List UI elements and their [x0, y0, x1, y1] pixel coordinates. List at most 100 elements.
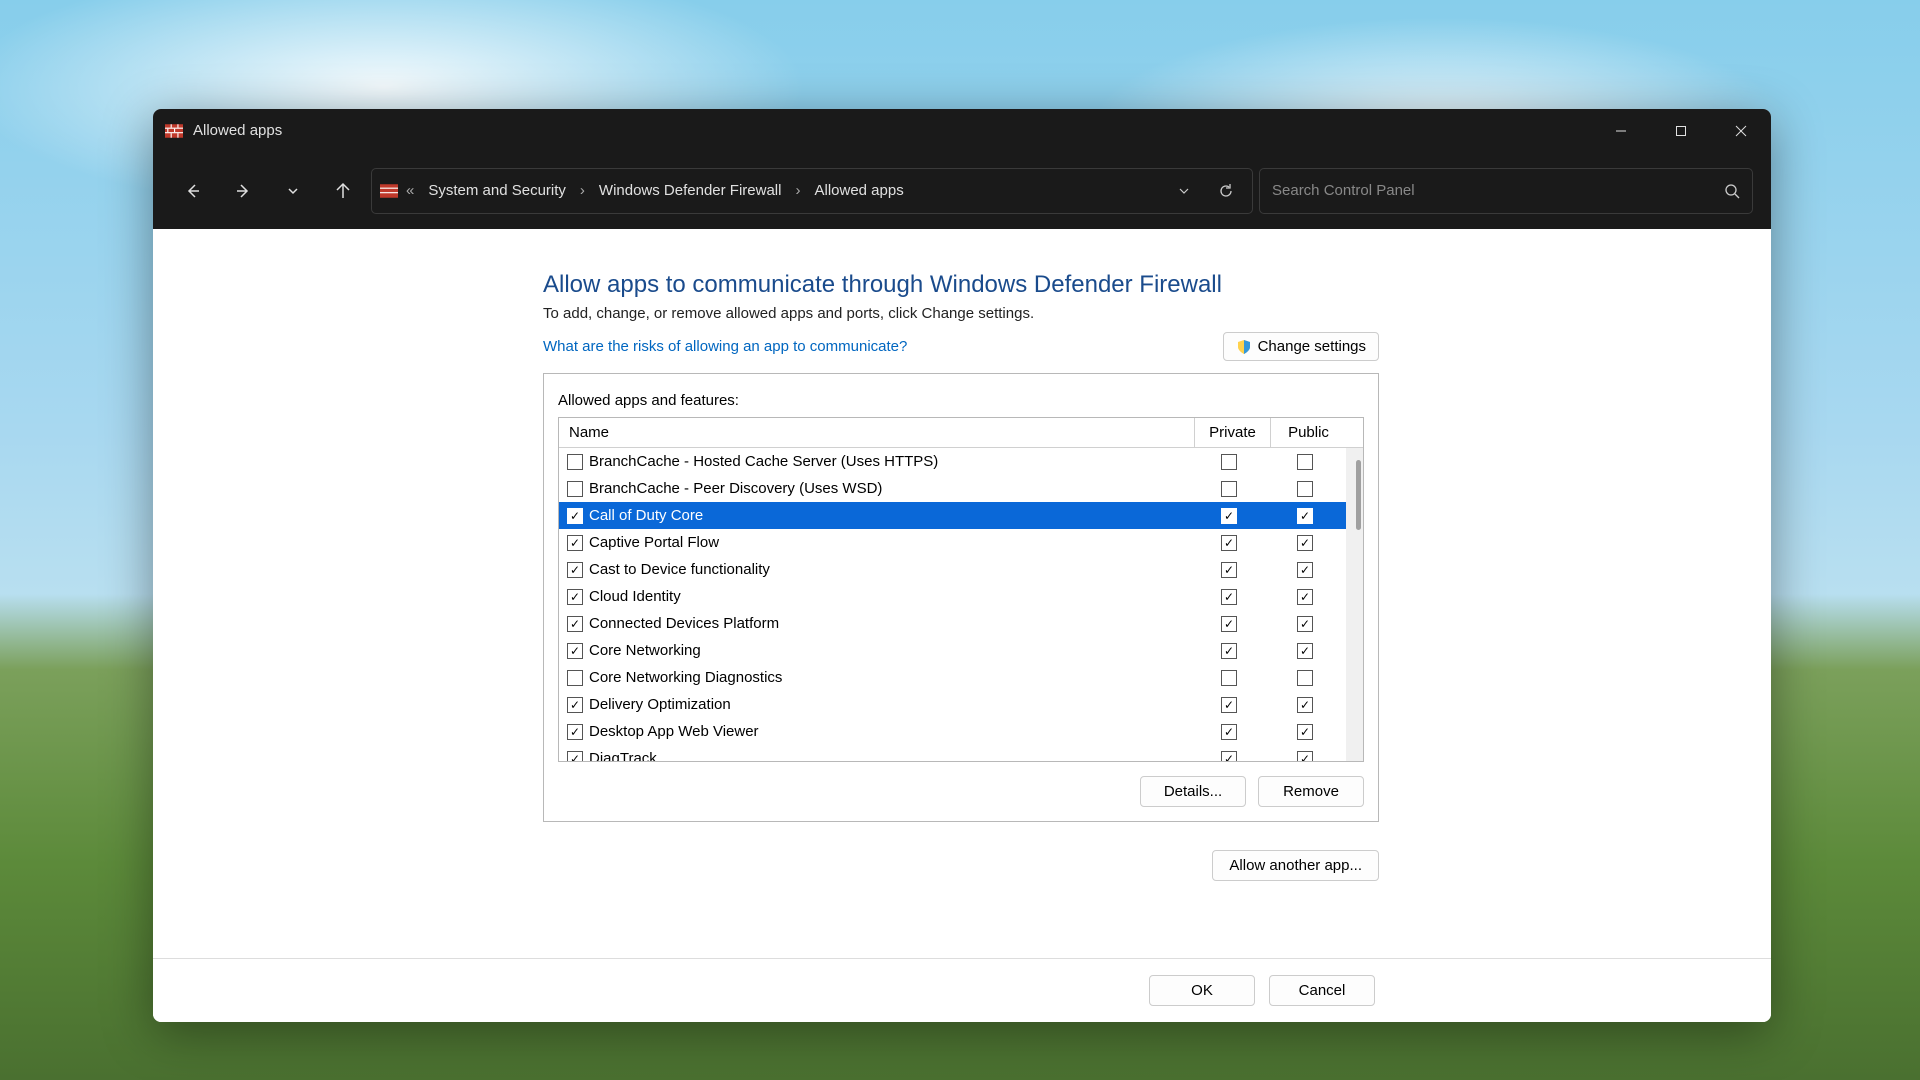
grid-body[interactable]: BranchCache - Hosted Cache Server (Uses … — [559, 448, 1363, 761]
private-checkbox[interactable]: ✓ — [1221, 643, 1237, 659]
public-checkbox[interactable]: ✓ — [1297, 643, 1313, 659]
private-checkbox[interactable]: ✓ — [1221, 562, 1237, 578]
search-placeholder: Search Control Panel — [1272, 182, 1724, 199]
enable-checkbox[interactable]: ✓ — [567, 535, 583, 551]
private-checkbox[interactable]: ✓ — [1221, 508, 1237, 524]
private-checkbox[interactable] — [1221, 481, 1237, 497]
table-row[interactable]: ✓ Core Networking ✓ ✓ — [559, 637, 1363, 664]
col-public[interactable]: Public — [1270, 418, 1346, 447]
enable-checkbox[interactable] — [567, 481, 583, 497]
app-name: Connected Devices Platform — [589, 615, 1194, 632]
table-row[interactable]: BranchCache - Hosted Cache Server (Uses … — [559, 448, 1363, 475]
remove-button[interactable]: Remove — [1258, 776, 1364, 807]
shield-icon — [1236, 339, 1252, 355]
private-checkbox[interactable]: ✓ — [1221, 616, 1237, 632]
recent-dropdown[interactable] — [271, 169, 315, 213]
table-row[interactable]: ✓ DiagTrack ✓ ✓ — [559, 745, 1363, 761]
private-checkbox[interactable] — [1221, 454, 1237, 470]
maximize-button[interactable] — [1651, 109, 1711, 152]
table-row[interactable]: BranchCache - Peer Discovery (Uses WSD) — [559, 475, 1363, 502]
app-name: Core Networking — [589, 642, 1194, 659]
enable-checkbox[interactable]: ✓ — [567, 589, 583, 605]
enable-checkbox[interactable]: ✓ — [567, 697, 583, 713]
table-row[interactable]: ✓ Captive Portal Flow ✓ ✓ — [559, 529, 1363, 556]
table-row[interactable]: ✓Desktop App Web Viewer✓✓ — [559, 718, 1363, 745]
minimize-button[interactable] — [1591, 109, 1651, 152]
breadcrumb-item[interactable]: Allowed apps — [808, 178, 909, 203]
table-row[interactable]: ✓Cloud Identity✓✓ — [559, 583, 1363, 610]
table-row[interactable]: Core Networking Diagnostics — [559, 664, 1363, 691]
details-button[interactable]: Details... — [1140, 776, 1246, 807]
enable-checkbox[interactable]: ✓ — [567, 643, 583, 659]
app-name: Core Networking Diagnostics — [589, 669, 1194, 686]
enable-checkbox[interactable] — [567, 670, 583, 686]
chevron-right-icon: › — [793, 182, 802, 199]
risks-link[interactable]: What are the risks of allowing an app to… — [543, 338, 907, 355]
enable-checkbox[interactable]: ✓ — [567, 562, 583, 578]
page-title: Allow apps to communicate through Window… — [543, 271, 1771, 299]
private-checkbox[interactable]: ✓ — [1221, 589, 1237, 605]
change-settings-button[interactable]: Change settings — [1223, 332, 1379, 361]
public-checkbox[interactable]: ✓ — [1297, 616, 1313, 632]
public-checkbox[interactable] — [1297, 481, 1313, 497]
grid-header: Name Private Public — [559, 418, 1363, 448]
window: Allowed apps « System and Security › Win… — [153, 109, 1771, 1022]
forward-button[interactable] — [221, 169, 265, 213]
back-button[interactable] — [171, 169, 215, 213]
enable-checkbox[interactable]: ✓ — [567, 724, 583, 740]
breadcrumb-root[interactable]: « — [404, 182, 416, 199]
page-subtitle: To add, change, or remove allowed apps a… — [543, 305, 1771, 322]
navbar: « System and Security › Windows Defender… — [153, 152, 1771, 229]
public-checkbox[interactable]: ✓ — [1297, 724, 1313, 740]
breadcrumb-item[interactable]: System and Security — [422, 178, 572, 203]
footer: OK Cancel — [153, 958, 1771, 1022]
app-name: Delivery Optimization — [589, 696, 1194, 713]
public-checkbox[interactable]: ✓ — [1297, 535, 1313, 551]
public-checkbox[interactable]: ✓ — [1297, 697, 1313, 713]
public-checkbox[interactable] — [1297, 670, 1313, 686]
private-checkbox[interactable] — [1221, 670, 1237, 686]
app-name: Captive Portal Flow — [589, 534, 1194, 551]
public-checkbox[interactable]: ✓ — [1297, 751, 1313, 762]
change-settings-label: Change settings — [1258, 338, 1366, 355]
scrollbar[interactable] — [1346, 448, 1363, 761]
search-icon — [1724, 183, 1740, 199]
app-name: DiagTrack — [589, 750, 1194, 761]
enable-checkbox[interactable]: ✓ — [567, 616, 583, 632]
close-button[interactable] — [1711, 109, 1771, 152]
private-checkbox[interactable]: ✓ — [1221, 751, 1237, 762]
app-name: Call of Duty Core — [589, 507, 1194, 524]
list-label: Allowed apps and features: — [558, 392, 1364, 409]
table-row[interactable]: ✓ Cast to Device functionality ✓ ✓ — [559, 556, 1363, 583]
private-checkbox[interactable]: ✓ — [1221, 724, 1237, 740]
table-row[interactable]: ✓ Connected Devices Platform ✓ ✓ — [559, 610, 1363, 637]
chevron-right-icon: › — [578, 182, 587, 199]
firewall-icon — [380, 182, 398, 200]
breadcrumb-item[interactable]: Windows Defender Firewall — [593, 178, 788, 203]
col-private[interactable]: Private — [1194, 418, 1270, 447]
allowed-apps-groupbox: Allowed apps and features: Name Private … — [543, 373, 1379, 822]
refresh-button[interactable] — [1208, 173, 1244, 209]
private-checkbox[interactable]: ✓ — [1221, 697, 1237, 713]
up-button[interactable] — [321, 169, 365, 213]
public-checkbox[interactable]: ✓ — [1297, 562, 1313, 578]
table-row[interactable]: ✓ Delivery Optimization ✓ ✓ — [559, 691, 1363, 718]
address-dropdown[interactable] — [1166, 173, 1202, 209]
scrollbar-thumb[interactable] — [1356, 460, 1361, 530]
private-checkbox[interactable]: ✓ — [1221, 535, 1237, 551]
enable-checkbox[interactable] — [567, 454, 583, 470]
address-bar[interactable]: « System and Security › Windows Defender… — [371, 168, 1253, 214]
app-name: Cast to Device functionality — [589, 561, 1194, 578]
table-row[interactable]: ✓ Call of Duty Core ✓ ✓ — [559, 502, 1363, 529]
search-input[interactable]: Search Control Panel — [1259, 168, 1753, 214]
col-name[interactable]: Name — [559, 418, 1194, 447]
allow-another-app-button[interactable]: Allow another app... — [1212, 850, 1379, 881]
public-checkbox[interactable]: ✓ — [1297, 508, 1313, 524]
public-checkbox[interactable] — [1297, 454, 1313, 470]
enable-checkbox[interactable]: ✓ — [567, 751, 583, 762]
ok-button[interactable]: OK — [1149, 975, 1255, 1006]
enable-checkbox[interactable]: ✓ — [567, 508, 583, 524]
cancel-button[interactable]: Cancel — [1269, 975, 1375, 1006]
content-area: Allow apps to communicate through Window… — [153, 229, 1771, 958]
public-checkbox[interactable]: ✓ — [1297, 589, 1313, 605]
